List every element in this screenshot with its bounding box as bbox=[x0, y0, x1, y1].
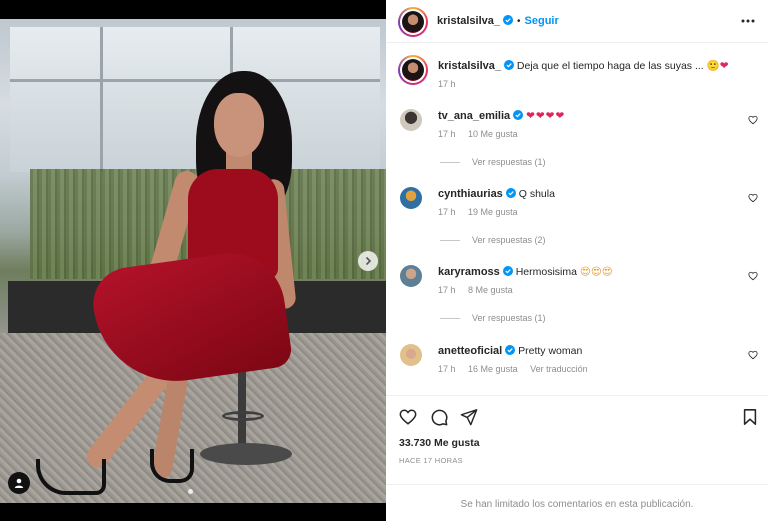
likes-count[interactable]: 33.730 Me gusta bbox=[399, 437, 480, 449]
caption-emojis: 🙂❤ bbox=[706, 60, 729, 72]
author-avatar[interactable] bbox=[398, 7, 428, 37]
verified-badge-icon bbox=[503, 15, 513, 25]
comment-body: karyramoss Hermosisima 😍😍😍 17 h 8 Me gus… bbox=[438, 265, 738, 295]
photo-subject-face bbox=[214, 93, 264, 157]
comment-item: anetteoficial Pretty woman 17 h 16 Me gu… bbox=[398, 344, 758, 384]
view-replies-label[interactable]: Ver respuestas (1) bbox=[472, 157, 546, 167]
carousel-next-button[interactable] bbox=[358, 251, 378, 271]
comment-like-icon[interactable] bbox=[748, 350, 758, 360]
commenter-avatar[interactable] bbox=[400, 187, 422, 209]
comments-limited-notice: Se han limitado los comentarios en esta … bbox=[386, 484, 768, 510]
comment-icon[interactable] bbox=[430, 408, 448, 426]
comment-text-line: cynthiaurias Q shula bbox=[438, 187, 738, 201]
commenter-username[interactable]: tv_ana_emilia bbox=[438, 110, 510, 122]
bookmark-icon[interactable] bbox=[741, 408, 759, 426]
comment-meta: 17 h 16 Me gusta Ver traducción bbox=[438, 364, 738, 374]
comment-time[interactable]: 17 h bbox=[438, 207, 456, 217]
comment-text-line: tv_ana_emilia ❤❤❤❤ bbox=[438, 109, 738, 123]
comment-text: Q shula bbox=[518, 188, 555, 200]
view-replies-label[interactable]: Ver respuestas (2) bbox=[472, 235, 546, 245]
more-options-icon[interactable] bbox=[740, 13, 756, 29]
comment-item: karyramoss Hermosisima 😍😍😍 17 h 8 Me gus… bbox=[398, 265, 758, 325]
comment-likes[interactable]: 8 Me gusta bbox=[468, 285, 513, 295]
comment-text-line: anetteoficial Pretty woman bbox=[438, 344, 738, 358]
view-replies-button[interactable]: Ver respuestas (1) bbox=[440, 157, 546, 167]
verified-badge-icon bbox=[505, 188, 516, 198]
commenter-avatar[interactable] bbox=[400, 109, 422, 131]
comment-likes[interactable]: 19 Me gusta bbox=[468, 207, 518, 217]
comment-body: tv_ana_emilia ❤❤❤❤ 17 h 10 Me gusta bbox=[438, 109, 738, 139]
comment-like-icon[interactable] bbox=[748, 193, 758, 203]
commenter-username[interactable]: karyramoss bbox=[438, 266, 500, 278]
comment-meta: 17 h 10 Me gusta bbox=[438, 129, 738, 139]
post-header: kristalsilva_ • Seguir bbox=[386, 0, 768, 43]
comment-text-line: karyramoss Hermosisima 😍😍😍 bbox=[438, 265, 738, 279]
comment-like-icon[interactable] bbox=[748, 271, 758, 281]
comment-text: Hermosisima bbox=[515, 266, 577, 278]
caption-username[interactable]: kristalsilva_ bbox=[438, 60, 501, 72]
comment-likes[interactable]: 10 Me gusta bbox=[468, 129, 518, 139]
carousel-indicator bbox=[188, 489, 193, 494]
verified-badge-icon bbox=[505, 345, 516, 355]
share-icon[interactable] bbox=[460, 408, 478, 426]
commenter-username[interactable]: anetteoficial bbox=[438, 345, 502, 357]
post-timestamp[interactable]: HACE 17 HORAS bbox=[399, 456, 463, 465]
comment-body: cynthiaurias Q shula 17 h 19 Me gusta bbox=[438, 187, 738, 217]
photo-window-frame bbox=[100, 27, 103, 172]
replies-divider bbox=[440, 240, 460, 242]
comment-likes[interactable]: 16 Me gusta bbox=[468, 364, 518, 374]
comment-body: anetteoficial Pretty woman 17 h 16 Me gu… bbox=[438, 344, 738, 374]
header-author-line: kristalsilva_ • Seguir bbox=[437, 15, 559, 27]
caption-time[interactable]: 17 h bbox=[438, 79, 456, 89]
verified-badge-icon bbox=[513, 110, 524, 120]
comment-time[interactable]: 17 h bbox=[438, 364, 456, 374]
post-photo[interactable] bbox=[0, 19, 386, 503]
caption-author-avatar[interactable] bbox=[398, 55, 428, 85]
verified-badge-icon bbox=[502, 266, 513, 276]
view-replies-label[interactable]: Ver respuestas (1) bbox=[472, 313, 546, 323]
photo-background-window bbox=[10, 27, 380, 172]
comment-meta: 17 h 19 Me gusta bbox=[438, 207, 738, 217]
caption: kristalsilva_ Deja que el tiempo haga de… bbox=[438, 59, 758, 89]
translate-button[interactable]: Ver traducción bbox=[530, 364, 588, 374]
comment-time[interactable]: 17 h bbox=[438, 129, 456, 139]
comment-time[interactable]: 17 h bbox=[438, 285, 456, 295]
post-side-panel: kristalsilva_ • Seguir kristalsilva_ Deja … bbox=[386, 0, 768, 521]
replies-divider bbox=[440, 318, 460, 320]
caption-meta: 17 h bbox=[438, 79, 758, 89]
caption-text-line: kristalsilva_ Deja que el tiempo haga de… bbox=[438, 59, 758, 73]
comment-item: tv_ana_emilia ❤❤❤❤ 17 h 10 Me gusta Ver … bbox=[398, 109, 758, 169]
verified-badge-icon bbox=[504, 60, 514, 70]
photo-window-frame bbox=[10, 79, 380, 82]
post-media-panel bbox=[0, 0, 386, 521]
comment-text: ❤❤❤❤ bbox=[526, 110, 566, 122]
photo-stool-ring bbox=[222, 411, 264, 421]
user-tag-icon bbox=[14, 478, 24, 488]
follow-button[interactable]: Seguir bbox=[525, 15, 559, 27]
caption-text: Deja que el tiempo haga de las suyas ... bbox=[516, 60, 704, 72]
photo-subject-shoe bbox=[150, 449, 194, 483]
comment-item: cynthiaurias Q shula 17 h 19 Me gusta Ve… bbox=[398, 187, 758, 247]
commenter-avatar[interactable] bbox=[400, 344, 422, 366]
comment-emojis: 😍😍😍 bbox=[579, 266, 613, 278]
user-tag-button[interactable] bbox=[8, 472, 30, 494]
header-separator: • bbox=[517, 16, 521, 27]
comment-text: Pretty woman bbox=[518, 345, 583, 357]
comment-like-icon[interactable] bbox=[748, 115, 758, 125]
author-username[interactable]: kristalsilva_ bbox=[437, 15, 500, 27]
comment-meta: 17 h 8 Me gusta bbox=[438, 285, 738, 295]
chevron-right-icon bbox=[365, 256, 372, 266]
photo-stool-base bbox=[200, 443, 292, 465]
view-replies-button[interactable]: Ver respuestas (2) bbox=[440, 235, 546, 245]
commenter-username[interactable]: cynthiaurias bbox=[438, 188, 503, 200]
view-replies-button[interactable]: Ver respuestas (1) bbox=[440, 313, 546, 323]
commenter-avatar[interactable] bbox=[400, 265, 422, 287]
heart-icon[interactable] bbox=[399, 408, 417, 426]
replies-divider bbox=[440, 162, 460, 164]
